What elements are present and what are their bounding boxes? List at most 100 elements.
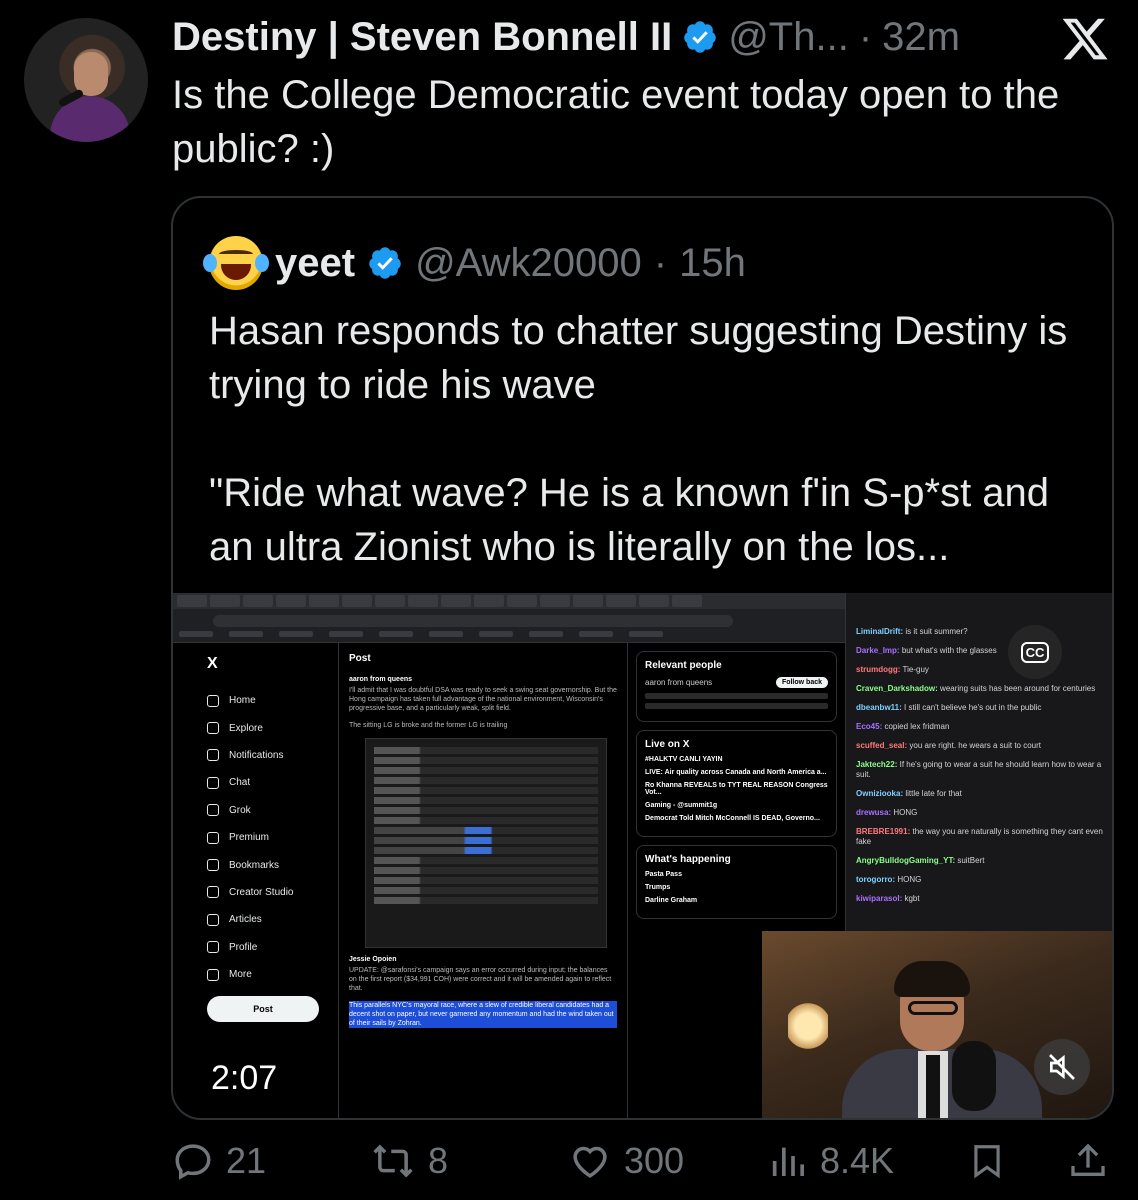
embedded-paragraph: I'll admit that I was doubtful DSA was r… bbox=[349, 687, 617, 712]
share-button[interactable] bbox=[1068, 1140, 1108, 1182]
happening-list: Pasta Pass Trumps Darline Graham bbox=[645, 871, 828, 904]
quoted-tweet[interactable]: yeet @Awk20000 · 15h Hasan responds to c… bbox=[171, 196, 1114, 1120]
views-count: 8.4K bbox=[820, 1140, 895, 1181]
author-handle[interactable]: @Th... bbox=[728, 15, 849, 60]
embedded-author: aaron from queens bbox=[645, 678, 713, 687]
tweet-text: Is the College Democratic event today op… bbox=[172, 73, 1060, 171]
chat-text: wearing suits has been around for centur… bbox=[940, 684, 1096, 693]
verified-badge-icon bbox=[369, 247, 401, 279]
chat-message: drewusa: HONG bbox=[856, 808, 1106, 818]
chat-username: LiminalDrift: bbox=[856, 627, 904, 636]
embedded-nav-item: More bbox=[207, 961, 338, 988]
speaker-muted-icon bbox=[1049, 1054, 1075, 1080]
embedded-x-sidebar: X Home Explore Notifications Chat Grok Premiu… bbox=[173, 643, 338, 1118]
nav-label: Profile bbox=[229, 941, 258, 953]
chat-username: Darke_Imp: bbox=[856, 646, 900, 655]
video-player[interactable]: X Home Explore Notifications Chat Grok Premiu… bbox=[173, 593, 1112, 1118]
card-title: What's happening bbox=[645, 854, 731, 865]
nav-label: Home bbox=[229, 695, 256, 707]
chat-text: HONG bbox=[897, 875, 922, 884]
card-title: Live on X bbox=[645, 739, 690, 750]
chat-username: torogorro: bbox=[856, 875, 896, 884]
quoted-header: yeet @Awk20000 · 15h bbox=[203, 236, 746, 290]
happening-item: Trumps bbox=[645, 884, 671, 891]
chat-messages: LiminalDrift: is it suit summer? Darke_Im… bbox=[856, 627, 1106, 904]
embedded-table-image bbox=[365, 738, 607, 948]
repost-button[interactable]: 8 bbox=[370, 1140, 448, 1182]
chat-text: kgbt bbox=[904, 894, 920, 903]
views-button[interactable]: 8.4K bbox=[768, 1140, 894, 1182]
chat-username: strumdogg: bbox=[856, 665, 901, 674]
streamer-microphone bbox=[952, 1041, 996, 1111]
chat-message: torogorro: HONG bbox=[856, 875, 1106, 885]
x-logo-icon: X bbox=[207, 655, 218, 672]
reply-count: 21 bbox=[226, 1140, 267, 1181]
streamer-hair bbox=[894, 961, 970, 997]
chat-username: AngryBulldogGaming_YT: bbox=[856, 856, 956, 865]
live-item: Ro Khanna REVEALS to TYT REAL REASON Con… bbox=[645, 782, 828, 796]
embedded-nav-item: Premium bbox=[207, 824, 338, 851]
nav-icon bbox=[207, 694, 219, 707]
embedded-nav-item: Notifications bbox=[207, 742, 338, 769]
nav-label: Grok bbox=[229, 804, 251, 816]
quoted-time: 15h bbox=[679, 240, 746, 285]
streamer-glasses bbox=[908, 1001, 958, 1015]
tweet-time[interactable]: 32m bbox=[882, 15, 960, 60]
chat-message: Eco45: copied lex fridman bbox=[856, 722, 1106, 732]
chat-username: kiwiparasol: bbox=[856, 894, 903, 903]
nav-icon bbox=[207, 941, 219, 954]
nav-label: Explore bbox=[229, 722, 263, 734]
streamer-tie bbox=[926, 1055, 940, 1118]
quoted-author-name[interactable]: yeet bbox=[275, 241, 355, 286]
video-timestamp: 2:07 bbox=[211, 1059, 278, 1097]
chat-text: but what's with the glasses bbox=[901, 646, 997, 655]
chat-message: Darke_Imp: but what's with the glasses bbox=[856, 646, 1106, 656]
embedded-post-title: Post bbox=[349, 653, 371, 664]
mute-button[interactable] bbox=[1034, 1039, 1090, 1095]
nav-label: Notifications bbox=[229, 749, 284, 761]
separator-dot: · bbox=[653, 240, 668, 285]
nav-icon bbox=[207, 722, 219, 735]
quoted-handle[interactable]: @Awk20000 bbox=[415, 241, 642, 286]
heart-icon bbox=[573, 1146, 607, 1178]
closed-captions-button[interactable]: CC bbox=[1008, 625, 1062, 679]
author-name[interactable]: Destiny | Steven Bonnell II bbox=[172, 15, 672, 60]
x-logo-icon[interactable] bbox=[1060, 14, 1110, 64]
avatar[interactable] bbox=[24, 18, 148, 142]
chat-text: HONG bbox=[893, 808, 918, 817]
nav-icon bbox=[207, 804, 219, 817]
embedded-author: Jessie Opoien bbox=[349, 956, 397, 963]
embedded-author: aaron from queens bbox=[349, 676, 413, 683]
embedded-highlighted-text: This parallels NYC's mayoral race, where… bbox=[349, 1001, 617, 1028]
chat-username: BREBRE1991: bbox=[856, 827, 911, 836]
chat-message: LiminalDrift: is it suit summer? bbox=[856, 627, 1106, 637]
chat-username: Owniziooka: bbox=[856, 789, 904, 798]
nav-icon bbox=[207, 749, 219, 762]
reply-icon bbox=[175, 1144, 211, 1180]
chat-message: BREBRE1991: the way you are naturally is… bbox=[856, 827, 1106, 847]
chat-username: scuffed_seal: bbox=[856, 741, 908, 750]
nav-label: Premium bbox=[229, 832, 270, 844]
like-button[interactable]: 300 bbox=[568, 1140, 684, 1182]
chat-text: Tie-guy bbox=[902, 665, 929, 674]
chat-text: little late for that bbox=[905, 789, 962, 798]
separator-dot: · bbox=[858, 14, 873, 59]
laughing-emoji-avatar-icon[interactable] bbox=[203, 236, 269, 290]
bookmarks-bar bbox=[179, 631, 829, 641]
chat-username: drewusa: bbox=[856, 808, 892, 817]
nav-label: Creator Studio bbox=[229, 886, 294, 898]
share-icon bbox=[1071, 1143, 1105, 1176]
chat-message: strumdogg: Tie-guy bbox=[856, 665, 1106, 675]
embedded-nav-item: Articles bbox=[207, 906, 338, 933]
quoted-text: Hasan responds to chatter suggesting Des… bbox=[209, 309, 1068, 569]
nav-icon bbox=[207, 776, 219, 789]
embedded-x-main: Post aaron from queens I'll admit that I… bbox=[338, 643, 628, 1118]
bookmark-button[interactable] bbox=[968, 1140, 1006, 1182]
bookmark-icon bbox=[974, 1145, 1000, 1179]
chat-username: dbeanbw11: bbox=[856, 703, 902, 712]
embedded-nav-item: Chat bbox=[207, 769, 338, 796]
lamp bbox=[788, 1001, 828, 1051]
reply-button[interactable]: 21 bbox=[172, 1140, 266, 1182]
embedded-nav-item: Grok bbox=[207, 797, 338, 824]
happening-item: Pasta Pass bbox=[645, 871, 682, 878]
